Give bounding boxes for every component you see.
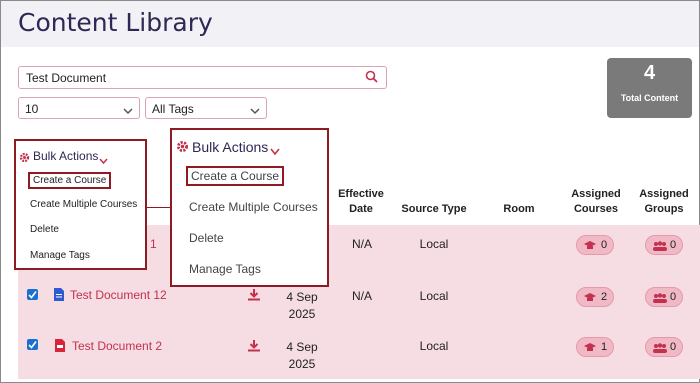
graduation-cap-icon bbox=[584, 343, 596, 351]
search-value: Test Document bbox=[26, 71, 107, 85]
document-icon bbox=[54, 288, 64, 306]
search-input[interactable]: Test Document bbox=[18, 66, 387, 89]
group-icon bbox=[653, 241, 667, 251]
source-type: Local bbox=[419, 289, 449, 303]
graduation-cap-icon bbox=[584, 293, 596, 301]
menu-item-create-course[interactable]: Create a Course bbox=[186, 166, 285, 186]
chevron-down-icon bbox=[270, 143, 280, 161]
header-source-type[interactable]: Source Type bbox=[396, 202, 472, 217]
checkbox-checked-icon[interactable] bbox=[27, 289, 38, 300]
page-size-select[interactable]: 10 bbox=[18, 97, 140, 119]
tags-select[interactable]: All Tags bbox=[145, 97, 267, 119]
upload-date: 4 Sep 2025 bbox=[286, 290, 318, 321]
download-icon[interactable] bbox=[248, 288, 260, 306]
download-icon[interactable] bbox=[248, 339, 260, 357]
upload-date: 4 Sep 2025 bbox=[286, 340, 318, 371]
assigned-courses-badge[interactable]: 1 bbox=[576, 337, 614, 357]
chevron-down-icon bbox=[250, 103, 260, 121]
assigned-courses-badge[interactable]: 0 bbox=[576, 235, 614, 255]
effective-date: N/A bbox=[351, 237, 372, 251]
tags-value: All Tags bbox=[152, 102, 194, 116]
assigned-groups-badge[interactable]: 0 bbox=[645, 287, 683, 307]
pdf-icon bbox=[55, 339, 66, 357]
effective-date: N/A bbox=[351, 289, 372, 303]
total-content-card: 4 Total Content bbox=[607, 58, 692, 118]
menu-item-create-multiple-courses[interactable]: Create Multiple Courses bbox=[189, 200, 318, 214]
total-content-count: 4 bbox=[643, 62, 656, 84]
assigned-groups-badge[interactable]: 0 bbox=[645, 235, 683, 255]
assigned-groups-badge[interactable]: 0 bbox=[645, 337, 683, 357]
group-icon bbox=[653, 343, 667, 353]
header-effective-date[interactable]: Effective Date bbox=[334, 187, 388, 217]
menu-item-manage-tags[interactable]: Manage Tags bbox=[189, 262, 261, 276]
menu-item-delete[interactable]: Delete bbox=[189, 231, 224, 245]
assigned-courses-badge[interactable]: 2 bbox=[576, 287, 614, 307]
callout-connector bbox=[147, 207, 170, 208]
gear-icon bbox=[176, 140, 189, 158]
menu-item-create-course[interactable]: Create a Course bbox=[28, 172, 112, 189]
bulk-actions-menu-zoomed: Bulk Actions Create a Course Create Mult… bbox=[170, 128, 329, 287]
checkbox-checked-icon[interactable] bbox=[27, 339, 38, 350]
header-assigned-groups[interactable]: Assigned Groups bbox=[637, 187, 691, 217]
graduation-cap-icon bbox=[584, 241, 596, 249]
source-type: Local bbox=[419, 237, 449, 251]
menu-item-create-multiple-courses[interactable]: Create Multiple Courses bbox=[30, 199, 137, 210]
bulk-actions-menu: Bulk Actions Create a Course Create Mult… bbox=[14, 139, 147, 270]
page-title: Content Library bbox=[18, 8, 213, 37]
source-type: Local bbox=[419, 339, 449, 353]
menu-item-manage-tags[interactable]: Manage Tags bbox=[30, 250, 90, 261]
header-assigned-courses[interactable]: Assigned Courses bbox=[566, 187, 626, 217]
document-name-fragment[interactable]: 1 bbox=[150, 237, 157, 251]
group-icon bbox=[653, 293, 667, 303]
header-room[interactable]: Room bbox=[497, 202, 541, 217]
document-link[interactable]: Test Document 2 bbox=[72, 339, 162, 353]
document-link[interactable]: Test Document 12 bbox=[70, 288, 167, 302]
bulk-actions-toggle[interactable]: Bulk Actions bbox=[192, 139, 268, 155]
menu-item-delete[interactable]: Delete bbox=[30, 224, 59, 235]
chevron-down-icon bbox=[99, 152, 108, 170]
gear-icon bbox=[19, 150, 30, 168]
bulk-actions-toggle[interactable]: Bulk Actions bbox=[33, 149, 98, 163]
total-content-label: Total Content bbox=[620, 93, 679, 103]
page-size-value: 10 bbox=[25, 102, 39, 116]
chevron-down-icon bbox=[123, 103, 133, 121]
search-icon[interactable] bbox=[365, 70, 378, 88]
